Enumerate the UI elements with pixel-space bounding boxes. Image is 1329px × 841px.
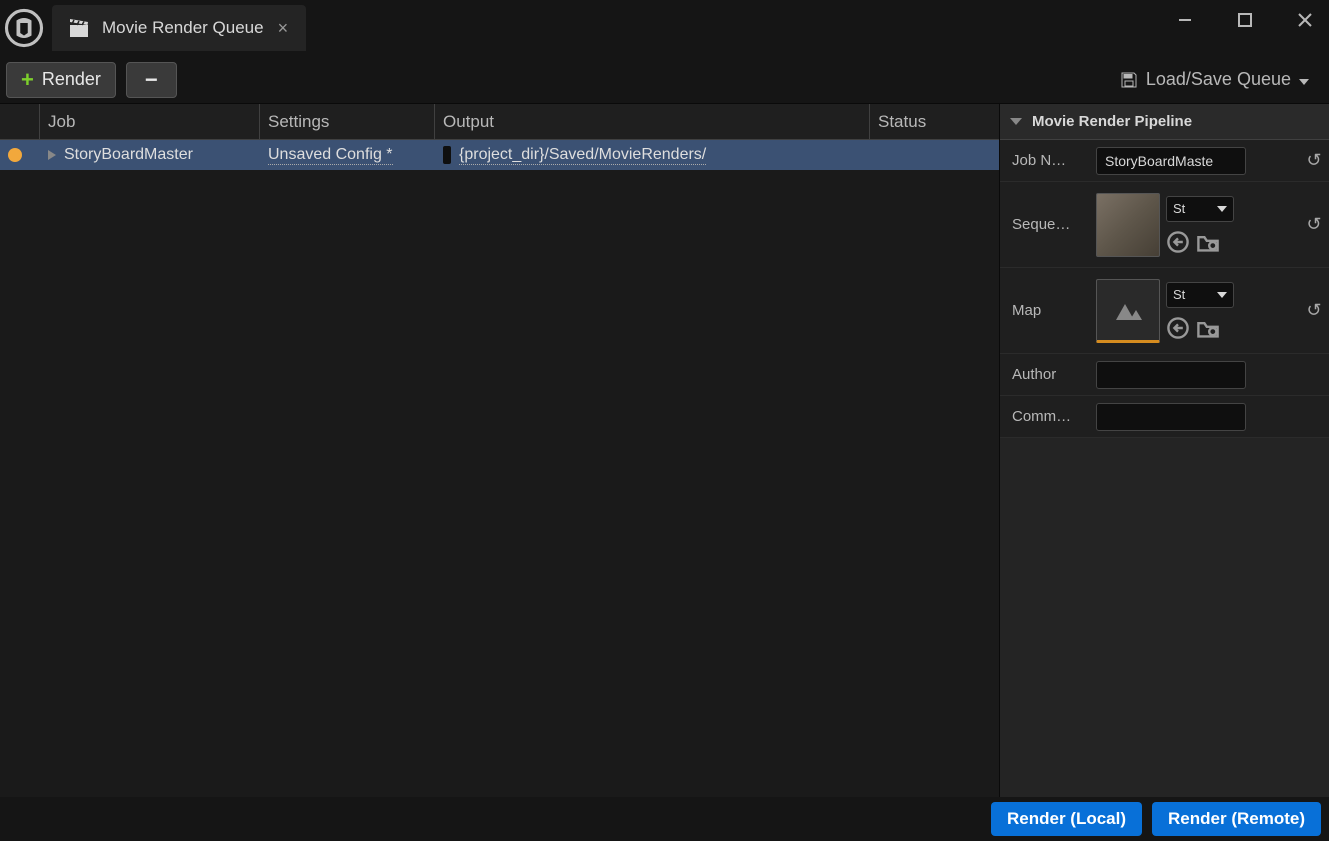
reset-icon: ↺ — [1306, 150, 1321, 171]
collapse-icon — [1010, 118, 1022, 125]
header-output[interactable]: Output — [435, 104, 870, 139]
details-panel: Movie Render Pipeline Job N… ↺ Seque… St… — [1000, 104, 1329, 797]
row-status — [870, 140, 999, 170]
label-job-name: Job N… — [1000, 152, 1092, 169]
chevron-down-icon — [1217, 206, 1227, 212]
row-job-name: StoryBoardMaster — [64, 146, 193, 164]
reset-job-name[interactable]: ↺ — [1299, 150, 1329, 171]
expand-icon[interactable] — [48, 150, 56, 160]
plus-icon: + — [21, 69, 34, 91]
tab-title: Movie Render Queue — [102, 18, 264, 38]
details-header[interactable]: Movie Render Pipeline — [1000, 104, 1329, 140]
clapperboard-icon — [70, 19, 88, 37]
prop-sequence: Seque… St ↺ — [1000, 182, 1329, 268]
minimize-button[interactable] — [1169, 4, 1201, 36]
reset-icon: ↺ — [1306, 214, 1321, 235]
table-header: Job Settings Output Status — [0, 104, 999, 140]
label-map: Map — [1000, 302, 1092, 319]
map-thumbnail[interactable] — [1096, 279, 1160, 343]
details-title: Movie Render Pipeline — [1032, 113, 1192, 130]
input-author[interactable] — [1096, 361, 1246, 389]
browse-icon[interactable] — [1196, 230, 1220, 254]
load-save-label: Load/Save Queue — [1146, 69, 1291, 90]
prop-job-name: Job N… ↺ — [1000, 140, 1329, 182]
close-button[interactable] — [1289, 4, 1321, 36]
save-icon — [1120, 71, 1138, 89]
window-tab[interactable]: Movie Render Queue × — [52, 5, 306, 51]
queue-panel: Job Settings Output Status StoryBoardMas… — [0, 104, 1000, 797]
header-settings[interactable]: Settings — [260, 104, 435, 139]
render-local-button[interactable]: Render (Local) — [991, 802, 1142, 836]
tab-close-icon[interactable]: × — [278, 18, 289, 39]
reset-map[interactable]: ↺ — [1299, 300, 1329, 321]
sequence-dropdown[interactable]: St — [1166, 196, 1234, 222]
row-settings-link[interactable]: Unsaved Config * — [268, 146, 393, 165]
label-comment: Comm… — [1000, 408, 1092, 425]
label-author: Author — [1000, 366, 1092, 383]
header-toggle — [0, 104, 40, 139]
footer: Render (Local) Render (Remote) — [0, 797, 1329, 841]
use-selected-icon[interactable] — [1166, 230, 1190, 254]
reset-icon: ↺ — [1306, 300, 1321, 321]
reset-sequence[interactable]: ↺ — [1299, 214, 1329, 235]
prop-author: Author — [1000, 354, 1329, 396]
toolbar: + Render − Load/Save Queue — [0, 56, 1329, 104]
queue-body — [0, 170, 999, 797]
unreal-logo-icon — [4, 8, 44, 48]
chevron-down-icon — [1217, 292, 1227, 298]
load-save-queue-button[interactable]: Load/Save Queue — [1106, 63, 1323, 96]
render-add-button[interactable]: + Render — [6, 62, 116, 98]
status-dot-icon — [8, 148, 22, 162]
header-job[interactable]: Job — [40, 104, 260, 139]
label-sequence: Seque… — [1000, 216, 1092, 233]
header-status[interactable]: Status — [870, 104, 999, 139]
remove-button[interactable]: − — [126, 62, 177, 98]
map-dropdown[interactable]: St — [1166, 282, 1234, 308]
prop-comment: Comm… — [1000, 396, 1329, 438]
input-job-name[interactable] — [1096, 147, 1246, 175]
render-label: Render — [42, 69, 101, 90]
row-output-path[interactable]: {project_dir}/Saved/MovieRenders/ — [459, 146, 706, 165]
window-controls — [1169, 4, 1321, 36]
chevron-down-icon — [1299, 69, 1309, 90]
table-row[interactable]: StoryBoardMaster Unsaved Config * {proje… — [0, 140, 999, 170]
browse-icon[interactable] — [1196, 316, 1220, 340]
use-selected-icon[interactable] — [1166, 316, 1190, 340]
main-area: Job Settings Output Status StoryBoardMas… — [0, 104, 1329, 797]
maximize-button[interactable] — [1229, 4, 1261, 36]
render-remote-button[interactable]: Render (Remote) — [1152, 802, 1321, 836]
input-comment[interactable] — [1096, 403, 1246, 431]
details-body — [1000, 438, 1329, 797]
sequence-thumbnail[interactable] — [1096, 193, 1160, 257]
title-bar: Movie Render Queue × — [0, 0, 1329, 56]
prop-map: Map St ↺ — [1000, 268, 1329, 354]
